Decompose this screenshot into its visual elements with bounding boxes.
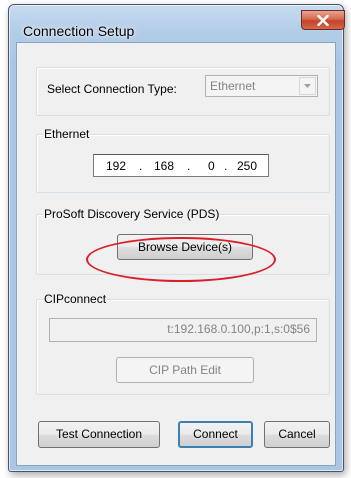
chevron-down-icon [299,77,316,95]
connection-type-select[interactable]: Ethernet [205,75,318,97]
pds-group-label: ProSoft Discovery Service (PDS) [43,207,221,221]
window-title: Connection Setup [23,23,135,39]
ip-octet-4[interactable]: 250 [237,159,257,173]
test-connection-button[interactable]: Test Connection [38,421,160,448]
ethernet-group-label: Ethernet [43,127,91,141]
ip-octet-2[interactable]: 168 [154,159,174,173]
close-button[interactable] [301,10,345,30]
ip-separator: . [139,159,143,173]
cip-path-edit-button: CIP Path Edit [116,357,254,383]
ip-separator: . [224,159,228,173]
connection-type-label: Select Connection Type: [47,82,177,96]
ip-address-field[interactable]: 192 . 168 . 0 . 250 [93,154,269,177]
cipconnect-group-label: CIPconnect [43,292,108,306]
ip-octet-1[interactable]: 192 [106,159,126,173]
cip-path-field: t:192.168.0.100,p:1,s:0$56 [49,318,317,342]
connection-type-value: Ethernet [210,79,256,93]
close-icon [317,14,329,26]
cancel-button[interactable]: Cancel [264,421,330,448]
ip-octet-3[interactable]: 0 [208,159,215,173]
ip-separator: . [187,159,191,173]
connect-button[interactable]: Connect [178,421,253,448]
browse-devices-button[interactable]: Browse Device(s) [117,234,253,260]
